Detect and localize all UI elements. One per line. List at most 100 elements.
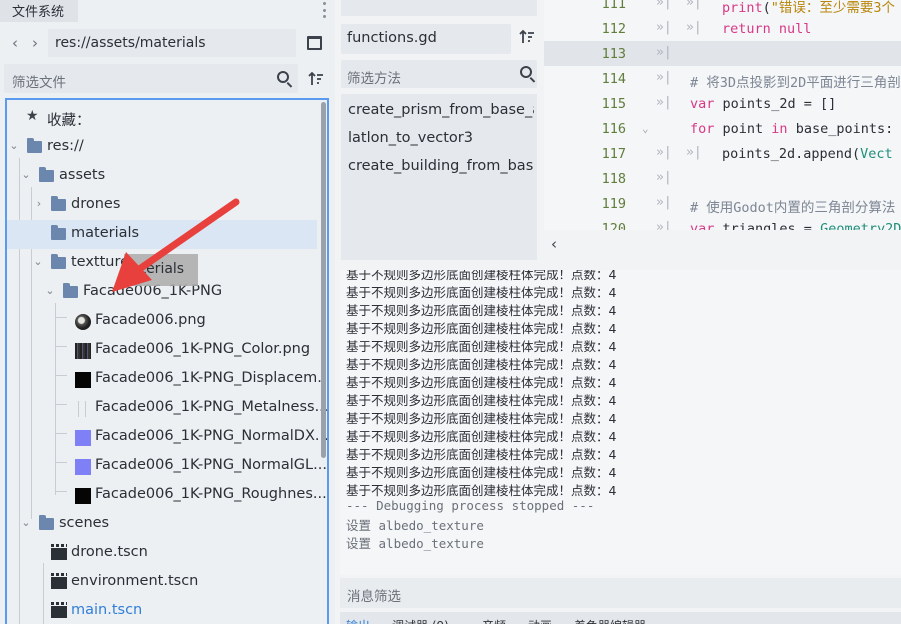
- image-thumbnail-icon: [75, 488, 91, 504]
- image-thumbnail-icon: [75, 430, 91, 446]
- output-line: 设置 albedo_texture: [346, 518, 484, 533]
- code-text: # 将3D点投影到2D平面进行三角剖: [690, 75, 901, 91]
- dock-menu-icon[interactable]: [321, 2, 327, 18]
- code-line[interactable]: 115 »| var points_2d = []: [544, 91, 901, 116]
- bottom-tab[interactable]: 动画: [528, 617, 552, 624]
- tree-label: Facade006_1K-PNG_NormalGL....: [95, 457, 329, 473]
- method-list[interactable]: create_prism_from_base_a... latlon_to_ve…: [341, 94, 537, 260]
- tree-item-file[interactable]: Facade006_1K-PNG_Displacem...: [7, 365, 327, 394]
- tree-item-file[interactable]: Facade006_1K-PNG_NormalDX....: [7, 423, 327, 452]
- chevron-down-icon[interactable]: ⌄: [45, 284, 55, 297]
- output-panel[interactable]: 基于不规则多边形底面创建棱柱体完成！点数：4 基于不规则多边形底面创建棱柱体完成！…: [340, 270, 901, 575]
- message-filter-input[interactable]: 消息筛选: [340, 578, 901, 608]
- tab-marker-icon: »|: [686, 145, 702, 160]
- forward-icon[interactable]: ›: [28, 34, 42, 52]
- search-icon: [520, 66, 532, 78]
- bottom-tab[interactable]: 输出: [346, 617, 370, 624]
- star-icon: ★: [26, 108, 39, 124]
- tree-item-drones[interactable]: › drones: [7, 191, 317, 220]
- tree-label: Facade006_1K-PNG_Metalness....: [95, 399, 329, 415]
- code-line[interactable]: 118 »|: [544, 166, 901, 191]
- fold-icon[interactable]: ⌄: [642, 122, 649, 135]
- bottom-tab[interactable]: 音频: [482, 617, 506, 624]
- bottom-tab[interactable]: 着色器编辑器: [574, 617, 646, 624]
- code-line[interactable]: 117 »| »| points_2d.append(Vect: [544, 141, 901, 166]
- code-text: for point in base_points:: [690, 121, 894, 137]
- chevron-down-icon[interactable]: ⌄: [33, 255, 43, 268]
- method-filter-input[interactable]: 筛选方法: [341, 60, 537, 88]
- line-number: 116: [601, 121, 626, 137]
- output-line: --- Debugging process stopped ---: [346, 498, 595, 513]
- path-input[interactable]: res://assets/materials: [48, 29, 296, 57]
- folder-icon: [51, 225, 66, 240]
- code-line[interactable]: 120 »| var triangles = Geometry2D: [544, 216, 901, 230]
- filesystem-tab[interactable]: 文件系统: [0, 0, 78, 22]
- search-icon: [277, 71, 289, 83]
- chevron-down-icon[interactable]: ⌄: [21, 516, 31, 529]
- bottom-tab[interactable]: 调试器 (9): [392, 617, 449, 624]
- line-number: 115: [601, 96, 626, 112]
- chevron-down-icon[interactable]: ⌄: [21, 168, 31, 181]
- tree-label: 收藏：: [47, 113, 91, 129]
- tree-favorites[interactable]: ★ 收藏：: [7, 104, 317, 133]
- tree-item-file[interactable]: Facade006.png: [7, 307, 317, 336]
- tree-label: res://: [47, 138, 84, 154]
- tree-item-file[interactable]: Facade006_1K-PNG_Metalness....: [7, 394, 327, 423]
- tree-label: drone.tscn: [71, 544, 148, 560]
- tree-label: Facade006_1K-PNG_Color.png: [95, 341, 311, 357]
- tree-label: scenes: [59, 515, 110, 531]
- chevron-right-icon[interactable]: ›: [34, 197, 44, 210]
- code-line[interactable]: 112 »| »| return null: [544, 16, 901, 41]
- method-item[interactable]: latlon_to_vector3: [348, 130, 534, 146]
- tree-item-scene[interactable]: main.tscn: [7, 597, 317, 624]
- code-line[interactable]: 116 ⌄ for point in base_points:: [544, 116, 901, 141]
- method-item[interactable]: create_prism_from_base_a...: [348, 102, 534, 118]
- tree-item-scenes[interactable]: ⌄ scenes: [7, 510, 317, 539]
- folder-icon: [63, 283, 78, 298]
- code-text: var points_2d = []: [690, 96, 837, 112]
- scene-icon: [51, 544, 67, 560]
- bottom-panel-tabs: 输出 调试器 (9) 音频 动画 着色器编辑器: [340, 612, 901, 624]
- code-line[interactable]: 111 »| »| print("错误：至少需要3个: [544, 0, 901, 16]
- code-text: # 使用Godot内置的三角剖分算法: [690, 200, 896, 216]
- tree-item-scene[interactable]: drone.tscn: [7, 539, 317, 568]
- method-item[interactable]: create_building_from_base...: [348, 158, 534, 174]
- file-tree[interactable]: ★ 收藏： ⌄ res:// ⌄ assets › drones materia…: [5, 98, 329, 624]
- toggle-layout-icon[interactable]: [307, 36, 322, 50]
- scene-icon: [51, 602, 67, 618]
- back-icon[interactable]: ‹: [8, 34, 22, 52]
- line-number: 112: [601, 21, 626, 37]
- output-line: 基于不规则多边形底面创建棱柱体完成！点数：4: [346, 465, 617, 480]
- tree-item-file[interactable]: Facade006_1K-PNG_Color.png: [7, 336, 317, 365]
- code-text: return null: [722, 21, 812, 37]
- tree-item-scene[interactable]: environment.tscn: [7, 568, 317, 597]
- file-filter-input[interactable]: 筛选文件: [4, 64, 298, 93]
- output-line: 基于不规则多边形底面创建棱柱体完成！点数：4: [346, 429, 617, 444]
- tree-label: Facade006.png: [95, 312, 206, 328]
- code-text: print("错误：至少需要3个: [722, 0, 896, 16]
- tree-label: materials: [71, 225, 140, 241]
- sort-icon[interactable]: [308, 71, 324, 87]
- tree-label: main.tscn: [71, 602, 143, 618]
- collapse-left-icon[interactable]: ‹: [551, 235, 557, 253]
- code-line[interactable]: 119 »| # 使用Godot内置的三角剖分算法: [544, 191, 901, 216]
- tree-item-file[interactable]: Facade006_1K-PNG_Roughnes...: [7, 481, 327, 510]
- chevron-down-icon[interactable]: ⌄: [9, 139, 19, 152]
- tree-item-file[interactable]: Facade006_1K-PNG_NormalGL....: [7, 452, 327, 481]
- output-line: 设置 albedo_texture: [346, 536, 484, 551]
- tree-item-materials[interactable]: materials: [7, 220, 317, 249]
- sort-icon[interactable]: [519, 29, 535, 45]
- tree-scrollbar[interactable]: [321, 102, 326, 458]
- file-filter-row: 筛选文件: [0, 64, 335, 94]
- tree-label: environment.tscn: [71, 573, 199, 589]
- tab-marker-icon: »|: [656, 95, 672, 110]
- code-line[interactable]: 114 »| # 将3D点投影到2D平面进行三角剖: [544, 66, 901, 91]
- tree-item-res[interactable]: ⌄ res://: [7, 133, 317, 162]
- code-line[interactable]: 113 »|: [544, 41, 901, 66]
- tab-marker-icon: »|: [656, 195, 672, 210]
- code-editor[interactable]: 111 »| »| print("错误：至少需要3个 112 »| »| return nul…: [544, 0, 901, 230]
- line-number: 117: [601, 146, 626, 162]
- tree-item-assets[interactable]: ⌄ assets: [7, 162, 317, 191]
- current-script-field[interactable]: functions.gd: [341, 24, 511, 54]
- output-line: 基于不规则多边形底面创建棱柱体完成！点数：4: [346, 483, 617, 498]
